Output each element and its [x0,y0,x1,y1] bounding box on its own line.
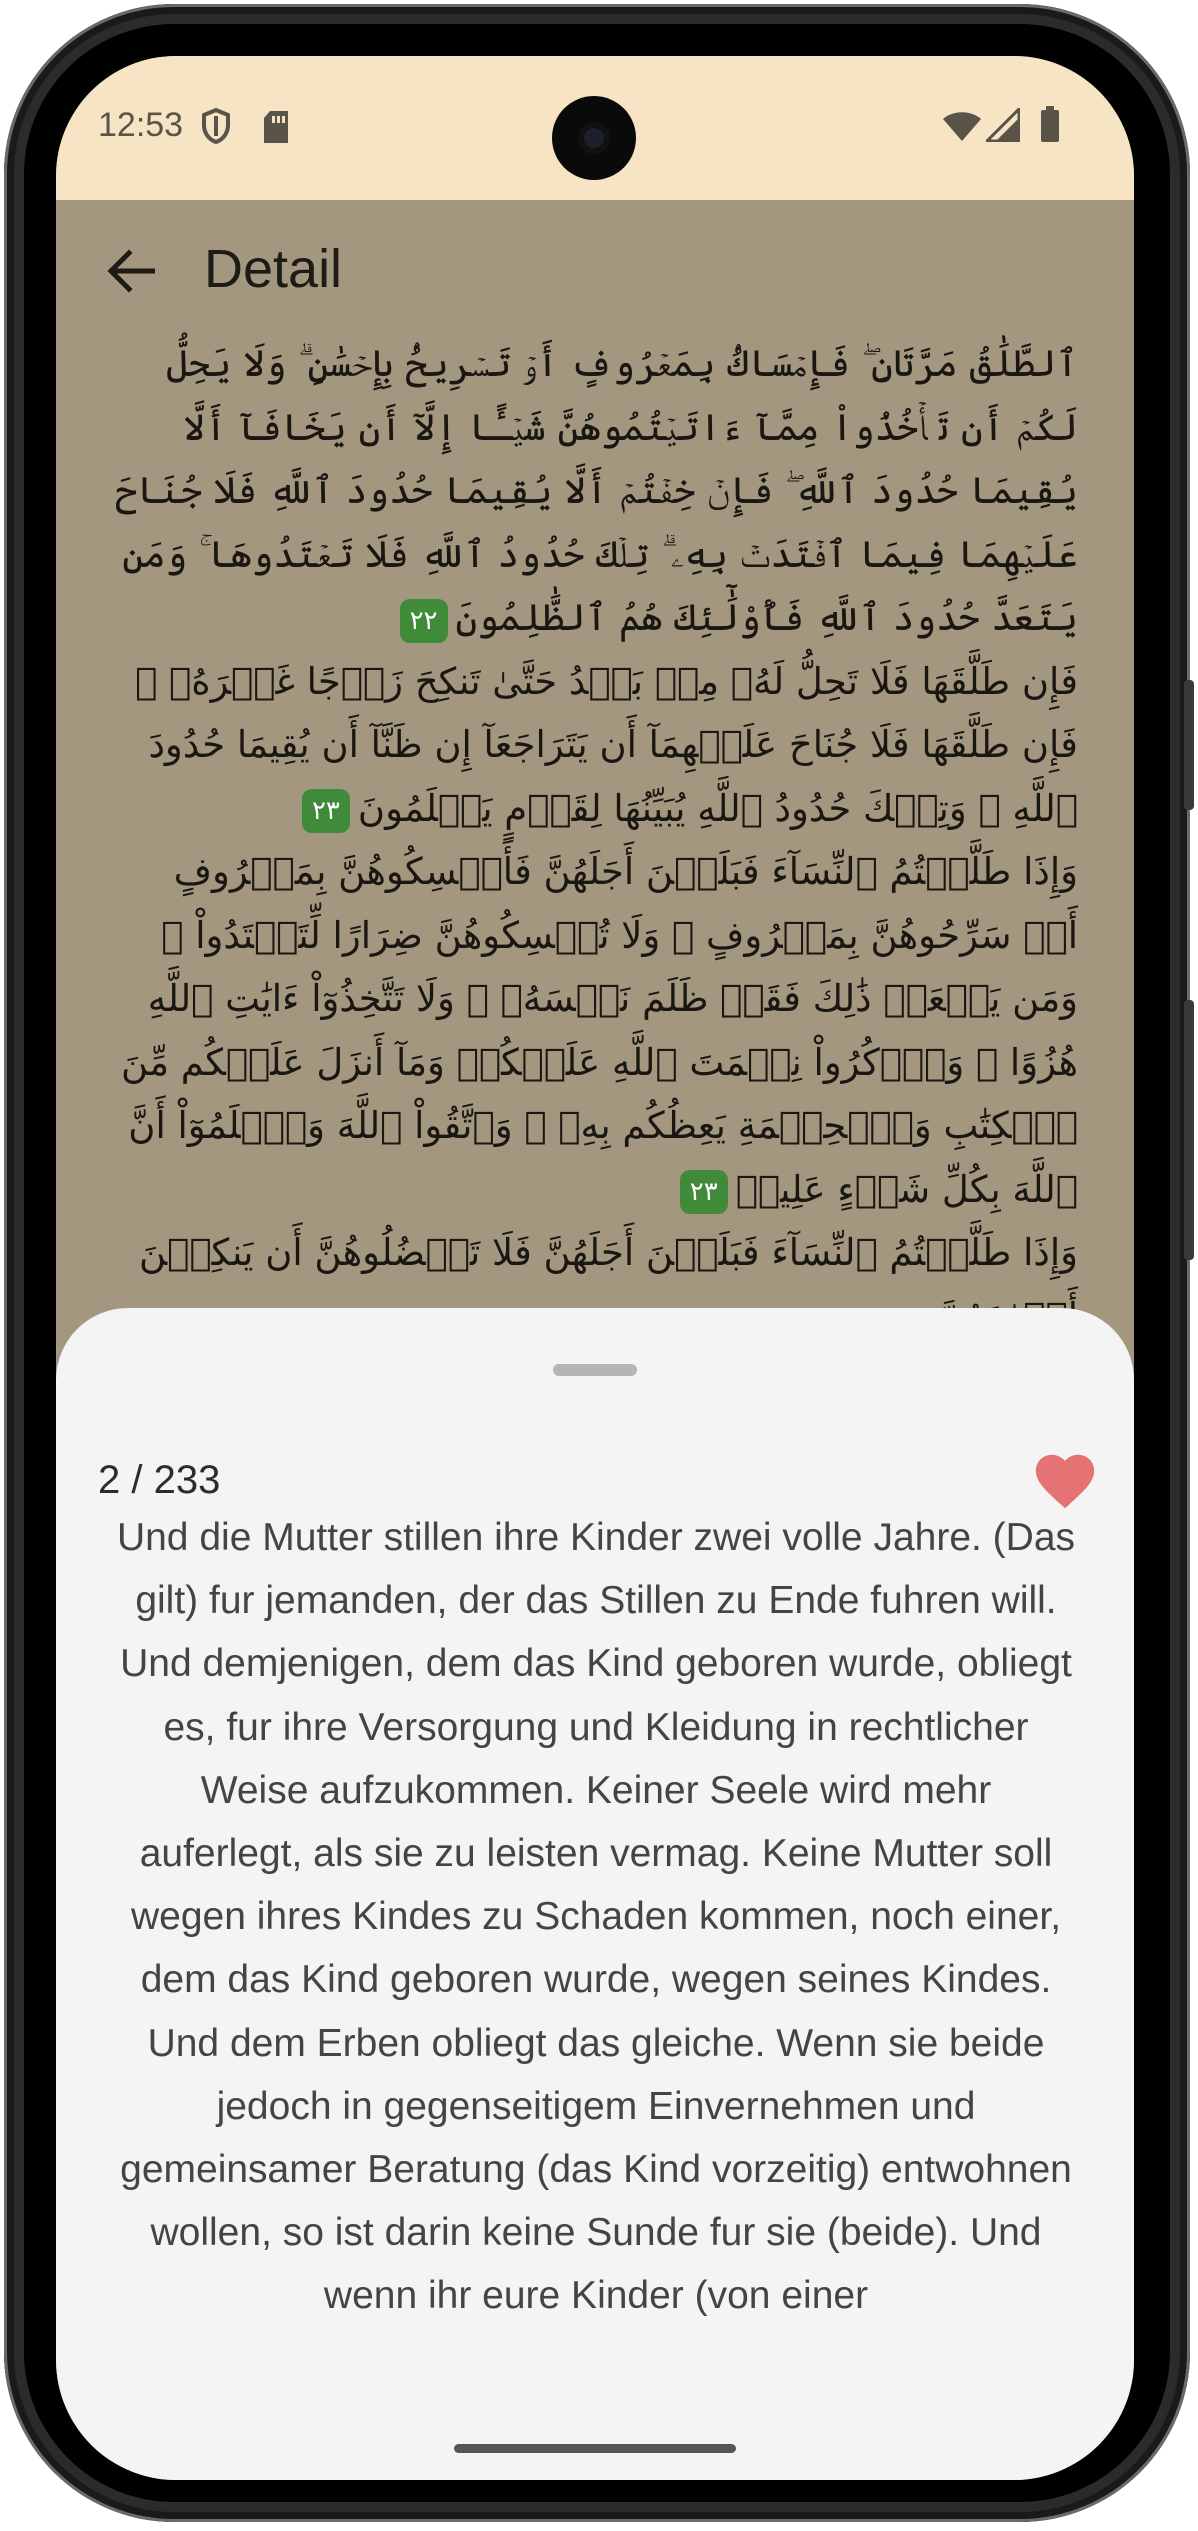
cell-signal-icon [983,105,1021,146]
screen: 12:53 Detail ٱلطَّلَٰقُ مَرَّتَانِ ۖ فَإ… [56,56,1134,2480]
page-title: Detail [204,239,343,299]
verse: فَإِن طَلَّقَهَا فَلَا تَحِلُّ لَهُۥ مِن… [112,650,1078,841]
battery-icon [1040,106,1060,146]
drag-handle[interactable] [553,1364,637,1376]
power-button [1184,680,1194,810]
verse-text: فَإِن طَلَّقَهَا فَلَا تَحِلُّ لَهُۥ مِن… [135,659,1078,830]
arrow-back-icon [107,249,155,293]
verse: وَإِذَا طَلَّقۡتُمُ ٱلنِّسَآءَ فَبَلَغۡن… [112,840,1078,1221]
verse-text: ٱلطَّلَٰقُ مَرَّتَانِ ۖ فَإِمۡسَاكُۢ بِم… [115,342,1078,639]
bottom-sheet: 2 / 233 Und die Mutter stillen ihre Kind… [56,1308,1134,2480]
back-button[interactable] [96,236,166,306]
verse-text: وَإِذَا طَلَّقۡتُمُ ٱلنِّسَآءَ فَبَلَغۡن… [121,850,1078,1211]
verse-counter: 2 / 233 [98,1458,221,1502]
status-time: 12:53 [98,106,184,144]
volume-button [1184,1000,1194,1260]
arabic-text: ٱلطَّلَٰقُ مَرَّتَانِ ۖ فَإِمۡسَاكُۢ بِم… [112,332,1078,1348]
home-indicator[interactable] [454,2444,736,2453]
ayah-number-badge: ٢٣ [679,1170,728,1214]
sd-card-icon [262,110,290,148]
status-bar: 12:53 [56,56,1134,200]
ayah-number-badge: ٢٢ [399,598,448,643]
wifi-icon [942,110,982,146]
shield-icon [201,107,231,148]
app-bar: Detail [56,200,1134,340]
phone-frame: 12:53 Detail ٱلطَّلَٰقُ مَرَّتَانِ ۖ فَإ… [0,0,1198,2531]
front-camera [552,96,636,180]
verse: ٱلطَّلَٰقُ مَرَّتَانِ ۖ فَإِمۡسَاكُۢ بِم… [112,332,1078,650]
ayah-number-badge: ٢٣ [301,789,350,833]
translation-text: Und die Mutter stillen ihre Kinder zwei … [116,1516,1076,2318]
